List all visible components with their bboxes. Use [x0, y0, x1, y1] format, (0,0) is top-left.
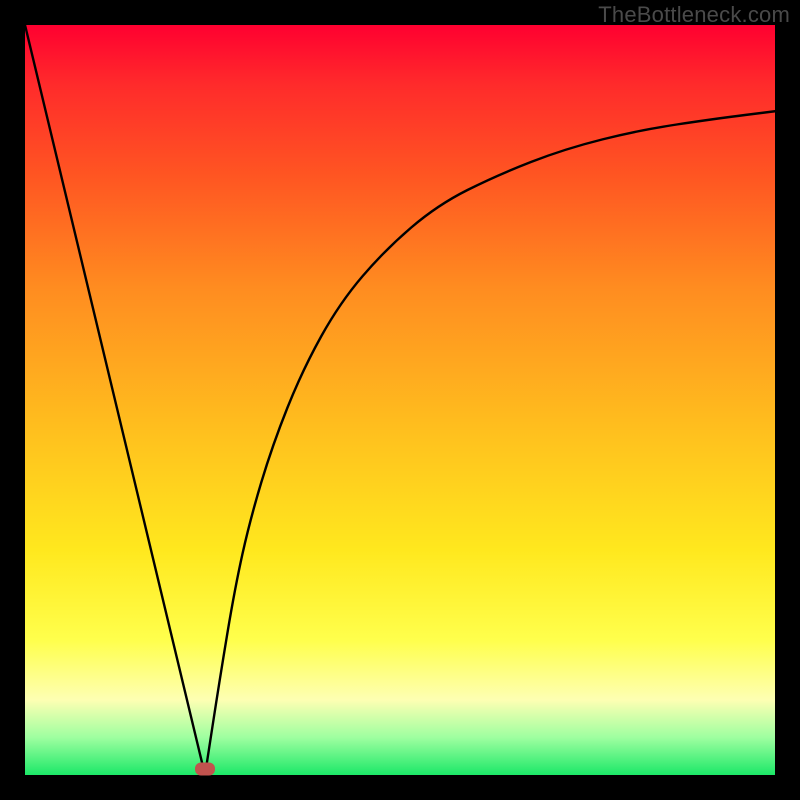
- watermark-text: TheBottleneck.com: [598, 2, 790, 28]
- chart-curve: [25, 25, 775, 775]
- curve-path: [25, 25, 775, 775]
- chart-plot-area: [25, 25, 775, 775]
- optimum-marker: [195, 763, 215, 776]
